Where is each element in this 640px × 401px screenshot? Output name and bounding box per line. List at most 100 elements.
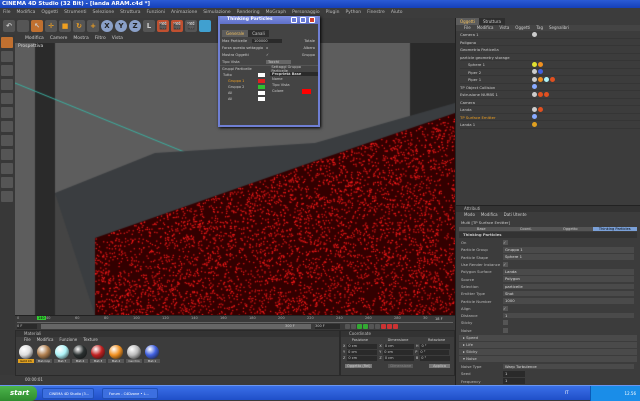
materials-menu-funzione[interactable]: Funzione: [59, 337, 77, 343]
attributes-menu-modifica[interactable]: Modifica: [481, 212, 498, 218]
coord-field[interactable]: 0 cm: [347, 343, 378, 349]
attribute-group-sticky[interactable]: ▸ Sticky: [459, 348, 637, 355]
play-back-icon[interactable]: [357, 324, 362, 329]
render-settings-button[interactable]: 🎬: [185, 20, 197, 32]
coord-field[interactable]: 0 °: [419, 349, 450, 355]
coord-field[interactable]: 0 cm: [383, 343, 414, 349]
point-mode-icon[interactable]: [1, 79, 13, 90]
apply-button[interactable]: Applica: [429, 364, 450, 368]
object-row[interactable]: TP Surface Emitter: [460, 114, 640, 121]
material-item[interactable]: Mat.1: [144, 345, 160, 363]
object-row[interactable]: Geometria Particella: [460, 46, 640, 54]
tag-icon[interactable]: [532, 69, 537, 75]
material-item[interactable]: Mat.4: [72, 345, 88, 363]
object-row[interactable]: Landa: [460, 106, 640, 114]
snap-icon[interactable]: [1, 149, 13, 160]
materials-menu-file[interactable]: File: [24, 337, 31, 343]
menu-selezione[interactable]: Selezione: [93, 8, 115, 18]
tab-base[interactable]: Base: [459, 227, 504, 231]
tag-icon[interactable]: [544, 91, 549, 97]
lock-icon[interactable]: [1, 191, 13, 202]
language-indicator[interactable]: IT: [565, 390, 569, 395]
menu-modifica[interactable]: Modifica: [17, 8, 36, 18]
coord-mode-dropdown[interactable]: Oggetto (Rel): [345, 364, 373, 368]
visibility-toggle[interactable]: [522, 39, 532, 46]
view-type-dropdown[interactable]: Tocchi: [266, 59, 291, 64]
fps-field[interactable]: 18 F: [435, 317, 443, 321]
menu-strumenti[interactable]: Strumenti: [64, 8, 86, 18]
object-row[interactable]: Piper 2: [460, 69, 640, 76]
material-item[interactable]: Mat.Cop: [36, 345, 52, 363]
attribute-field[interactable]: Landa: [503, 269, 634, 275]
play-icon[interactable]: [363, 324, 368, 329]
select-tool-button[interactable]: ↖: [31, 20, 43, 32]
timeline-ruler[interactable]: 0 40 60 80 100 120 140 160 180 200 220 240 260 280 30 1…: [17, 316, 453, 323]
object-row[interactable]: Camera: [460, 99, 640, 106]
z-axis-button[interactable]: Z: [129, 20, 141, 32]
coord-field[interactable]: 0 °: [420, 343, 451, 349]
visibility-toggle[interactable]: [522, 91, 532, 98]
material-item[interactable]: Mat.2: [108, 345, 124, 363]
y-axis-button[interactable]: Y: [115, 20, 127, 32]
menu-plugin[interactable]: Plugin: [326, 8, 340, 18]
visibility-toggle[interactable]: [522, 84, 532, 91]
edge-mode-icon[interactable]: [1, 93, 13, 104]
go-start-icon[interactable]: [345, 324, 350, 329]
current-frame-field[interactable]: 0 F: [17, 324, 37, 329]
tag-icon[interactable]: [544, 76, 549, 82]
max-particles-field[interactable]: 100000: [252, 38, 282, 43]
object-mode-icon[interactable]: [1, 51, 13, 62]
object-row[interactable]: Camera 1: [460, 31, 640, 39]
visibility-toggle[interactable]: [522, 76, 532, 83]
workplane-icon[interactable]: [1, 163, 13, 174]
noise-type-dropdown[interactable]: Warp Turbulence: [503, 363, 634, 370]
frequency-field[interactable]: 1: [503, 378, 525, 384]
attribute-field[interactable]: 1000: [503, 298, 634, 304]
attribute-field[interactable]: particelle: [503, 283, 634, 290]
range-slider[interactable]: [41, 324, 311, 329]
objects-menu-segnalibri[interactable]: Segnalibri: [549, 25, 569, 31]
force-setting-checkbox[interactable]: ▫: [266, 46, 268, 50]
seed-field[interactable]: 1: [503, 371, 525, 377]
attribute-field[interactable]: Polygon: [503, 276, 634, 282]
close-button[interactable]: [309, 17, 315, 23]
tag-icon[interactable]: [532, 121, 537, 127]
object-row[interactable]: Poligono: [460, 39, 640, 46]
materials-menu-modifica[interactable]: Modifica: [37, 337, 54, 343]
visibility-toggle[interactable]: [522, 46, 532, 53]
menu-python[interactable]: Python: [345, 8, 361, 18]
tweak-mode-icon[interactable]: [1, 135, 13, 146]
object-row[interactable]: Piper 1: [460, 76, 640, 84]
next-frame-icon[interactable]: [369, 324, 374, 329]
attribute-checkbox[interactable]: ✓: [503, 240, 508, 246]
visibility-toggle[interactable]: [522, 114, 532, 121]
tag-icon[interactable]: [532, 114, 537, 120]
objects-menu-tag[interactable]: Tag: [536, 25, 543, 31]
visibility-toggle[interactable]: [522, 61, 532, 68]
timeline[interactable]: 0 40 60 80 100 120 140 160 180 200 220 240 260 280 30 1…: [15, 315, 455, 330]
polygon-mode-icon[interactable]: [1, 107, 13, 118]
object-row[interactable]: Estrusione NURBS 1: [460, 91, 640, 99]
tag-icon[interactable]: [538, 76, 543, 82]
minimize-button[interactable]: [291, 17, 297, 23]
material-item[interactable]: Gold Ch: [18, 345, 34, 363]
visibility-toggle[interactable]: [522, 99, 532, 106]
attributes-menu-modo[interactable]: Modo: [464, 212, 475, 218]
tab-canali[interactable]: Canali: [248, 30, 269, 37]
coord-field[interactable]: 0 cm: [383, 355, 414, 361]
add-button[interactable]: +: [87, 20, 99, 32]
coord-field[interactable]: 0 cm: [347, 355, 378, 361]
tab-oggetto[interactable]: Oggetto: [548, 227, 593, 231]
visibility-toggle[interactable]: [522, 69, 532, 76]
dialog-title-bar[interactable]: Thinking Particles: [220, 16, 318, 24]
viewport-menu-camere[interactable]: Camere: [50, 35, 68, 43]
menu-struttura[interactable]: Struttura: [120, 8, 140, 18]
attribute-checkbox[interactable]: ✓: [503, 262, 508, 268]
tag-icon[interactable]: [538, 91, 543, 97]
color-swatch[interactable]: [302, 88, 311, 94]
rotate-tool-button[interactable]: ↻: [73, 20, 85, 32]
menu-finestre[interactable]: Finestre: [367, 8, 385, 18]
attribute-checkbox[interactable]: [503, 327, 508, 333]
menu-file[interactable]: File: [3, 8, 11, 18]
material-item[interactable]: Cerchio: [126, 345, 142, 363]
